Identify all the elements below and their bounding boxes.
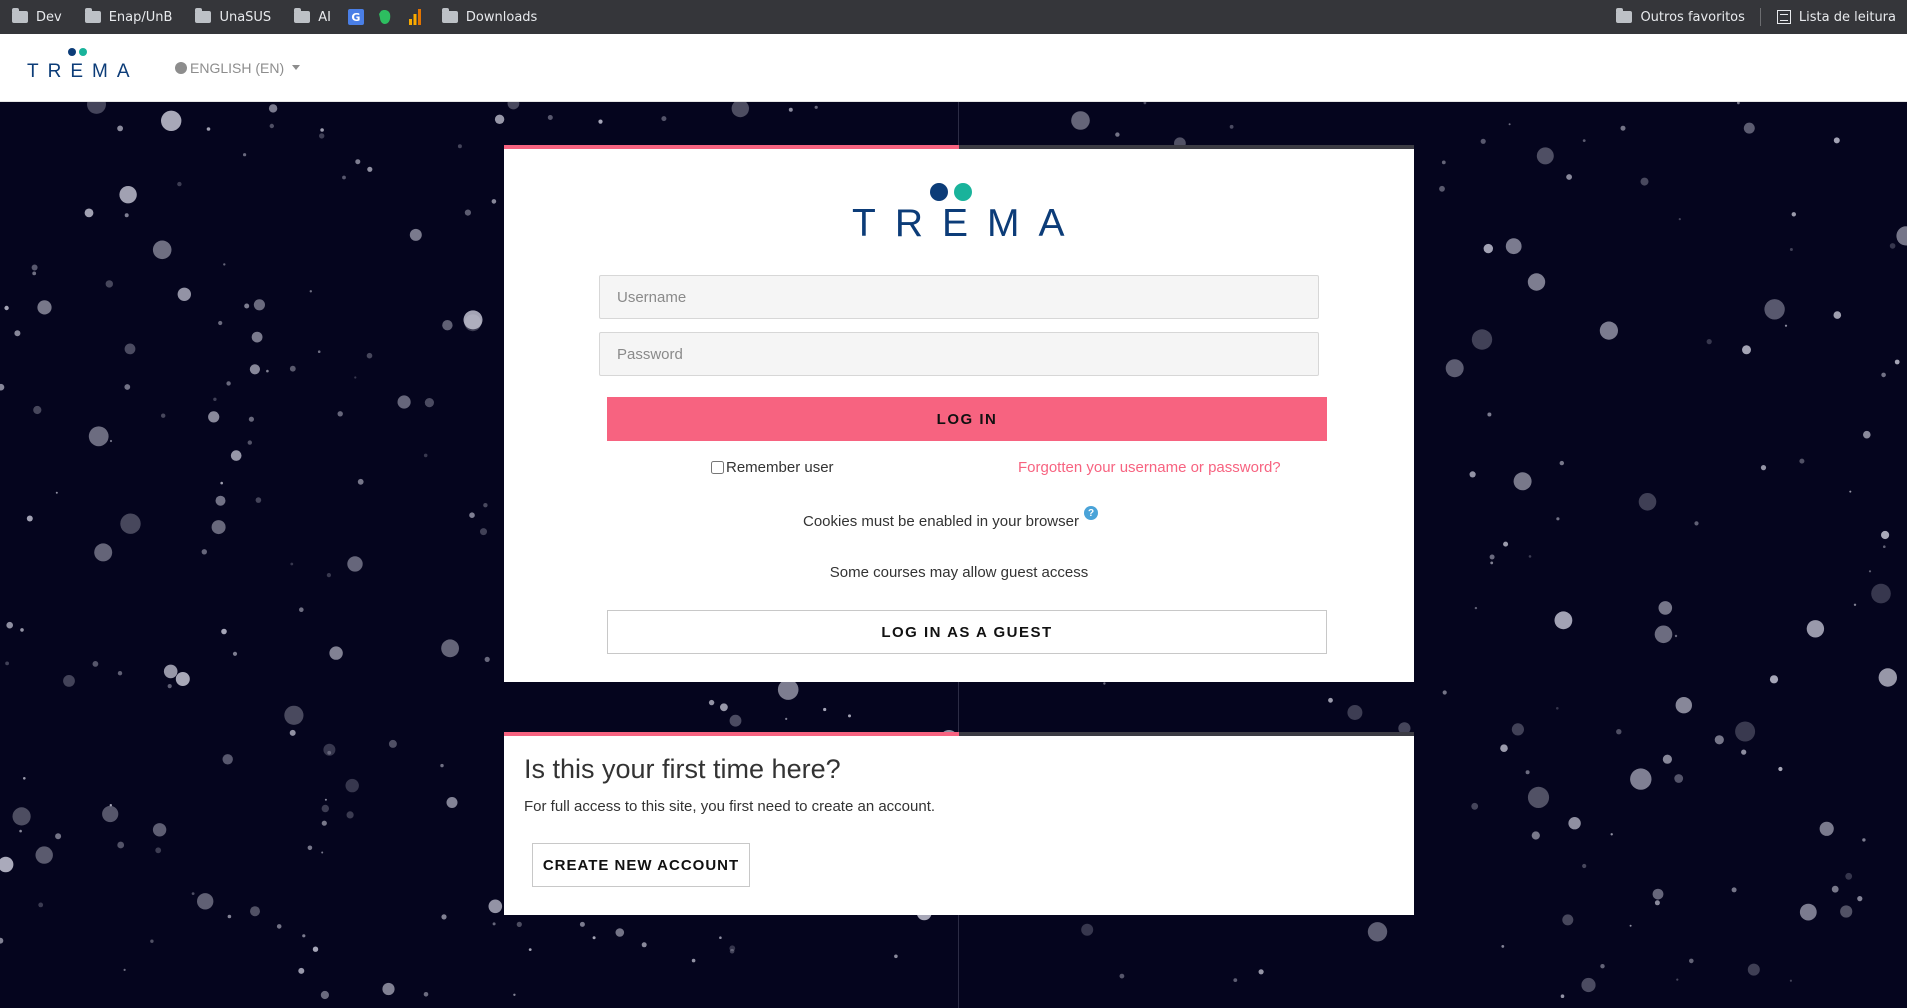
logo-text: TREMA [27, 60, 139, 82]
signup-description: For full access to this site, you first … [524, 798, 936, 815]
bookmark-downloads[interactable]: Downloads [430, 0, 548, 34]
create-account-button[interactable]: CREATE NEW ACCOUNT [532, 843, 750, 887]
guest-login-button[interactable]: LOG IN AS A GUEST [607, 610, 1327, 654]
cookies-notice: Cookies must be enabled in your browser [803, 513, 1079, 530]
bookmark-label: Downloads [465, 9, 538, 25]
folder-icon [441, 8, 458, 23]
bookmark-label: Dev [36, 9, 62, 25]
password-input[interactable] [599, 332, 1319, 376]
folder-icon [12, 8, 28, 23]
card-top-border [504, 732, 1414, 736]
site-header: TREMA ENGLISH (EN) [0, 34, 1907, 102]
card-top-border [504, 145, 1414, 149]
logo-text: TREMA [852, 202, 1084, 245]
forgot-password-link[interactable]: Forgotten your username or password? [1018, 459, 1281, 476]
google-translate-icon[interactable]: G [347, 9, 364, 25]
bookmark-label: Enap/UnB [108, 9, 173, 25]
folder-icon [195, 8, 212, 23]
bookmark-reading-list[interactable]: Lista de leitura [1765, 0, 1907, 34]
evernote-icon[interactable] [376, 8, 394, 26]
login-button[interactable]: LOG IN [607, 397, 1327, 441]
bookmark-label: Lista de leitura [1798, 9, 1896, 25]
username-input[interactable] [599, 275, 1319, 319]
logo-dots [930, 183, 972, 201]
folder-icon [294, 8, 311, 23]
bookmark-outros-favoritos[interactable]: Outros favoritos [1604, 0, 1755, 34]
bookmark-ai[interactable]: AI [282, 0, 342, 34]
bookmark-label: AI [318, 9, 331, 25]
analytics-icon[interactable] [406, 8, 424, 26]
remember-user[interactable]: Remember user [711, 459, 834, 476]
site-logo[interactable]: TREMA [27, 47, 139, 88]
signup-title: Is this your first time here? [524, 754, 841, 784]
signup-card: Is this your first time here? For full a… [504, 732, 1414, 915]
remember-user-label: Remember user [726, 459, 834, 476]
bookmarks-bar: Dev Enap/UnB UnaSUS AI G Downloads Outro… [0, 0, 1907, 34]
caret-down-icon [292, 65, 301, 70]
bookmarks-divider [1759, 8, 1761, 26]
guest-access-note: Some courses may allow guest access [829, 564, 1089, 581]
reading-list-icon [1776, 10, 1791, 24]
language-menu[interactable]: ENGLISH (EN) [175, 59, 301, 76]
login-logo: TREMA [844, 183, 1080, 249]
help-icon[interactable]: ? [1084, 506, 1098, 520]
globe-icon [175, 61, 187, 74]
bookmark-enap-unb[interactable]: Enap/UnB [73, 0, 184, 34]
folder-icon [1616, 8, 1633, 23]
folder-icon [84, 8, 101, 23]
logo-dots [68, 47, 87, 56]
bookmark-label: UnaSUS [219, 9, 272, 25]
bookmark-dev[interactable]: Dev [0, 0, 73, 34]
login-card: TREMA LOG IN Remember user Forgotten you… [504, 145, 1414, 682]
language-label: ENGLISH (EN) [190, 59, 285, 76]
bookmark-label: Outros favoritos [1640, 9, 1745, 25]
bookmark-unasus[interactable]: UnaSUS [183, 0, 282, 34]
remember-user-checkbox[interactable] [711, 461, 724, 474]
